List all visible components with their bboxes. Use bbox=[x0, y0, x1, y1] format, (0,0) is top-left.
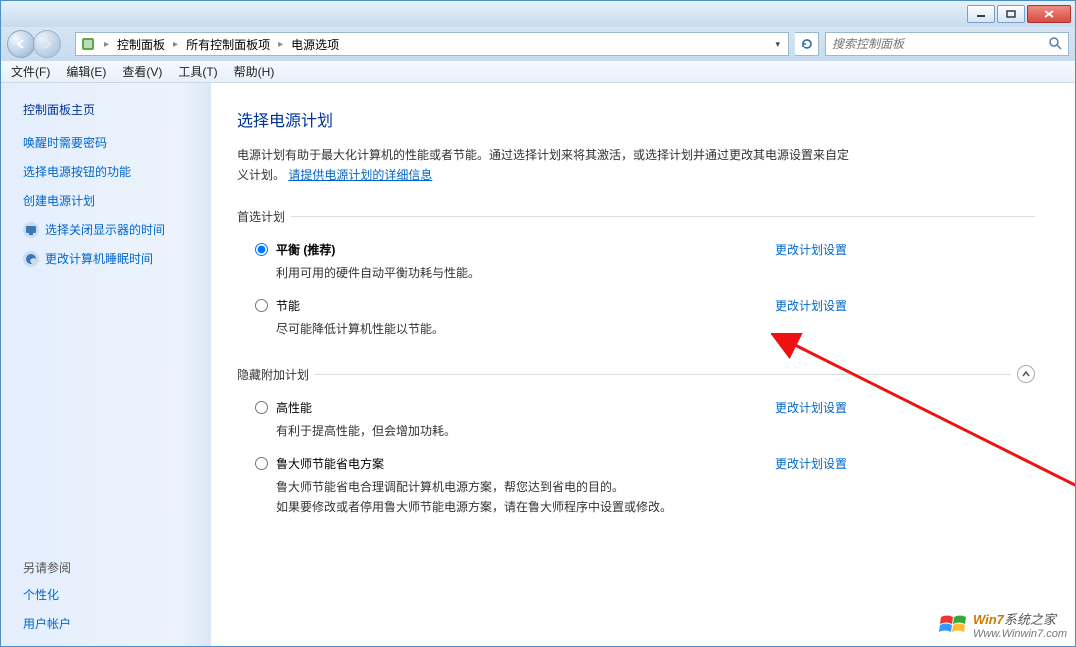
plan-desc: 鲁大师节能省电合理调配计算机电源方案，帮您达到省电的目的。 如果要修改或者停用鲁… bbox=[276, 478, 755, 516]
menu-file[interactable]: 文件(F) bbox=[11, 63, 50, 80]
plan-name-text: 平衡 bbox=[276, 243, 300, 257]
watermark-url: Www.Winwin7.com bbox=[973, 628, 1067, 640]
plan-name: 高性能 bbox=[276, 399, 755, 416]
breadcrumb-root[interactable]: 控制面板 bbox=[117, 36, 165, 53]
search-box[interactable] bbox=[825, 32, 1069, 56]
menu-bar: 文件(F) 编辑(E) 查看(V) 工具(T) 帮助(H) bbox=[1, 61, 1075, 83]
back-button[interactable] bbox=[7, 30, 35, 58]
maximize-button[interactable] bbox=[997, 5, 1025, 23]
plan-radio-ludashi[interactable] bbox=[255, 457, 268, 470]
chevron-right-icon: ▸ bbox=[276, 39, 285, 50]
breadcrumb-leaf[interactable]: 电源选项 bbox=[291, 36, 339, 53]
section-hidden-label: 隐藏附加计划 bbox=[237, 366, 309, 383]
address-bar-row: ▸ 控制面板 ▸ 所有控制面板项 ▸ 电源选项 ▾ bbox=[1, 27, 1075, 61]
menu-edit[interactable]: 编辑(E) bbox=[66, 63, 106, 80]
sidebar-link-power-button[interactable]: 选择电源按钮的功能 bbox=[23, 163, 201, 180]
sleep-icon bbox=[23, 251, 39, 267]
plan-desc: 有利于提高性能，但会增加功耗。 bbox=[276, 422, 755, 441]
sidebar-home[interactable]: 控制面板主页 bbox=[23, 101, 201, 118]
watermark: Win7系统之家 Www.Winwin7.com bbox=[939, 609, 1067, 640]
desc-link[interactable]: 请提供电源计划的详细信息 bbox=[288, 168, 432, 182]
maximize-icon bbox=[1006, 10, 1016, 18]
plan-name: 平衡 (推荐) bbox=[276, 241, 755, 258]
plan-name: 鲁大师节能省电方案 bbox=[276, 455, 755, 472]
divider bbox=[291, 216, 1035, 217]
chevron-up-icon bbox=[1021, 369, 1031, 379]
sidebar-item-label: 选择关闭显示器的时间 bbox=[45, 221, 165, 238]
breadcrumb-dropdown[interactable]: ▾ bbox=[771, 37, 784, 52]
plan-radio-high-performance[interactable] bbox=[255, 401, 268, 414]
sidebar-link-sleep-time[interactable]: 更改计算机睡眠时间 bbox=[23, 250, 201, 267]
change-plan-link[interactable]: 更改计划设置 bbox=[775, 399, 847, 416]
plan-radio-saver[interactable] bbox=[255, 299, 268, 312]
content-area: 选择电源计划 电源计划有助于最大化计算机的性能或者节能。通过选择计划来将其激活，… bbox=[211, 83, 1075, 646]
change-plan-link[interactable]: 更改计划设置 bbox=[775, 241, 847, 258]
page-description: 电源计划有助于最大化计算机的性能或者节能。通过选择计划来将其激活，或选择计划并通… bbox=[237, 145, 857, 186]
plan-radio-balanced[interactable] bbox=[255, 243, 268, 256]
menu-help[interactable]: 帮助(H) bbox=[234, 63, 275, 80]
watermark-brand-rest: 系统之家 bbox=[1004, 612, 1056, 627]
windows-logo-icon bbox=[939, 613, 967, 637]
plan-saver: 节能 尽可能降低计算机性能以节能。 更改计划设置 bbox=[237, 287, 847, 343]
sidebar-link-create-plan[interactable]: 创建电源计划 bbox=[23, 192, 201, 209]
plan-high-performance: 高性能 有利于提高性能，但会增加功耗。 更改计划设置 bbox=[237, 389, 847, 445]
watermark-brand: Win7系统之家 bbox=[973, 612, 1056, 627]
plan-suffix: (推荐) bbox=[303, 243, 335, 257]
page-title: 选择电源计划 bbox=[237, 107, 1035, 131]
window-frame: ▸ 控制面板 ▸ 所有控制面板项 ▸ 电源选项 ▾ 文件(F) 编辑(E) 查看… bbox=[0, 0, 1076, 647]
sidebar-link-display-off[interactable]: 选择关闭显示器的时间 bbox=[23, 221, 201, 238]
search-input[interactable] bbox=[832, 37, 1048, 51]
close-button[interactable] bbox=[1027, 5, 1071, 23]
change-plan-link[interactable]: 更改计划设置 bbox=[775, 455, 847, 472]
plan-desc: 利用可用的硬件自动平衡功耗与性能。 bbox=[276, 264, 755, 283]
see-also-personalize[interactable]: 个性化 bbox=[23, 586, 201, 603]
forward-button[interactable] bbox=[33, 30, 61, 58]
menu-view[interactable]: 查看(V) bbox=[122, 63, 162, 80]
chevron-right-icon: ▸ bbox=[102, 39, 111, 50]
divider bbox=[315, 374, 1011, 375]
sidebar-see-also: 另请参阅 个性化 用户帐户 bbox=[23, 559, 201, 636]
see-also-user-accounts[interactable]: 用户帐户 bbox=[23, 615, 201, 632]
close-icon bbox=[1043, 9, 1055, 19]
plan-ludashi: 鲁大师节能省电方案 鲁大师节能省电合理调配计算机电源方案，帮您达到省电的目的。 … bbox=[237, 445, 847, 520]
plan-name: 节能 bbox=[276, 297, 755, 314]
section-preferred: 首选计划 bbox=[237, 208, 1035, 225]
body: 控制面板主页 唤醒时需要密码 选择电源按钮的功能 创建电源计划 选择关闭显示器的… bbox=[1, 83, 1075, 646]
minimize-icon bbox=[976, 10, 986, 18]
sidebar: 控制面板主页 唤醒时需要密码 选择电源按钮的功能 创建电源计划 选择关闭显示器的… bbox=[1, 83, 211, 646]
refresh-icon bbox=[800, 37, 814, 51]
monitor-icon bbox=[23, 222, 39, 238]
nav-buttons bbox=[7, 30, 69, 58]
refresh-button[interactable] bbox=[795, 32, 819, 56]
sidebar-item-label: 更改计算机睡眠时间 bbox=[45, 250, 153, 267]
arrow-right-icon bbox=[40, 37, 54, 51]
see-also-header: 另请参阅 bbox=[23, 559, 201, 576]
arrow-left-icon bbox=[14, 37, 28, 51]
menu-tools[interactable]: 工具(T) bbox=[178, 63, 217, 80]
plan-balanced: 平衡 (推荐) 利用可用的硬件自动平衡功耗与性能。 更改计划设置 bbox=[237, 231, 847, 287]
breadcrumb-bar[interactable]: ▸ 控制面板 ▸ 所有控制面板项 ▸ 电源选项 ▾ bbox=[75, 32, 789, 56]
chevron-right-icon: ▸ bbox=[171, 39, 180, 50]
section-hidden: 隐藏附加计划 bbox=[237, 365, 1035, 383]
search-icon bbox=[1048, 36, 1062, 53]
watermark-brand-colored: Win7 bbox=[973, 612, 1004, 627]
section-preferred-label: 首选计划 bbox=[237, 208, 285, 225]
change-plan-link[interactable]: 更改计划设置 bbox=[775, 297, 847, 314]
control-panel-icon bbox=[80, 36, 96, 52]
plan-desc: 尽可能降低计算机性能以节能。 bbox=[276, 320, 755, 339]
breadcrumb-mid[interactable]: 所有控制面板项 bbox=[186, 36, 270, 53]
titlebar bbox=[1, 1, 1075, 27]
collapse-button[interactable] bbox=[1017, 365, 1035, 383]
sidebar-link-wake-password[interactable]: 唤醒时需要密码 bbox=[23, 134, 201, 151]
minimize-button[interactable] bbox=[967, 5, 995, 23]
